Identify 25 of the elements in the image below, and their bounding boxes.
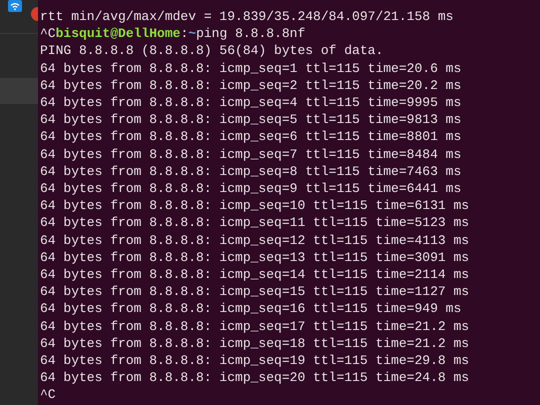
output-line: PING 8.8.8.8 (8.8.8.8) 56(84) bytes of data. xyxy=(40,42,384,60)
output-line: 64 bytes from 8.8.8.8: icmp_seq=2 ttl=115 time=20.2 ms xyxy=(40,76,462,94)
output-line: 64 bytes from 8.8.8.8: icmp_seq=9 ttl=115 time=6441 ms xyxy=(40,180,462,198)
output-line: 64 bytes from 8.8.8.8: icmp_seq=4 ttl=115 time=9995 ms xyxy=(40,94,462,112)
output-line: 64 bytes from 8.8.8.8: icmp_seq=11 ttl=115 time=5123 ms xyxy=(40,214,470,232)
output-line: 64 bytes from 8.8.8.8: icmp_seq=8 ttl=115 time=7463 ms xyxy=(40,162,462,180)
output-line: 64 bytes from 8.8.8.8: icmp_seq=14 ttl=115 time=2114 ms xyxy=(40,266,470,284)
output-line: 64 bytes from 8.8.8.8: icmp_seq=6 ttl=115 time=8801 ms xyxy=(40,128,462,146)
output-line: 64 bytes from 8.8.8.8: icmp_seq=12 ttl=115 time=4113 ms xyxy=(40,232,470,249)
output-line: 64 bytes from 8.8.8.8: icmp_seq=7 ttl=115 time=8484 ms xyxy=(40,146,462,163)
output-line: rtt min/avg/max/mdev = 19.839/35.248/84.097/21.158 ms xyxy=(40,8,454,26)
output-line: 64 bytes from 8.8.8.8: icmp_seq=16 ttl=115 time=949 ms xyxy=(40,300,462,318)
prompt-line: ^Cbisquit@DellHome:~ping 8.8.8.8nf xyxy=(40,25,306,42)
output-line: 64 bytes from 8.8.8.8: icmp_seq=5 ttl=115 time=9813 ms xyxy=(40,111,462,128)
output-line: 64 bytes from 8.8.8.8: icmp_seq=10 ttl=115 time=6131 ms xyxy=(40,197,470,214)
wifi-icon[interactable] xyxy=(8,0,22,12)
output-line: 64 bytes from 8.8.8.8: icmp_seq=20 ttl=115 time=24.8 ms xyxy=(40,369,470,386)
output-line: 64 bytes from 8.8.8.8: icmp_seq=18 ttl=115 time=21.2 ms xyxy=(40,334,470,352)
output-line: 64 bytes from 8.8.8.8: icmp_seq=17 ttl=115 time=21.2 ms xyxy=(40,318,470,335)
output-line: ^C xyxy=(40,386,57,404)
output-line: 64 bytes from 8.8.8.8: icmp_seq=19 ttl=115 time=29.8 ms xyxy=(40,352,470,370)
output-line: 64 bytes from 8.8.8.8: icmp_seq=15 ttl=115 time=1127 ms xyxy=(40,283,470,300)
output-line: 64 bytes from 8.8.8.8: icmp_seq=1 ttl=115 time=20.6 ms xyxy=(40,60,462,77)
output-line: 64 bytes from 8.8.8.8: icmp_seq=13 ttl=115 time=3091 ms xyxy=(40,248,470,266)
highlight-bar xyxy=(0,78,38,104)
